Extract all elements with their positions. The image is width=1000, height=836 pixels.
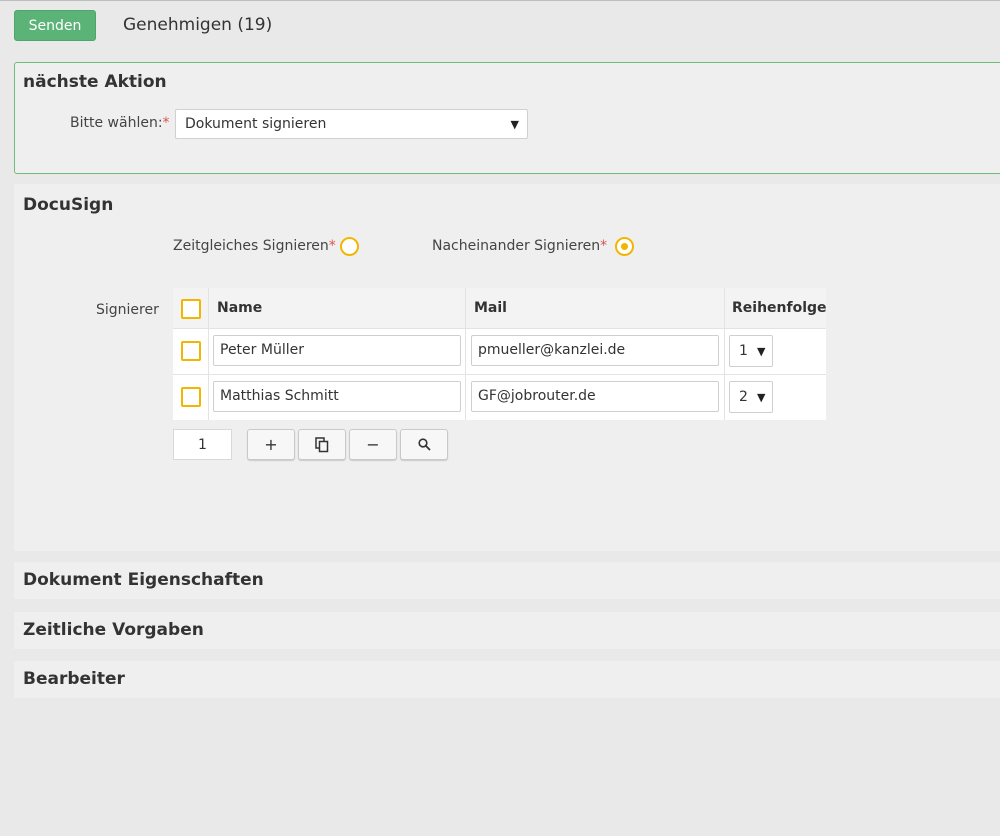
col-divider <box>465 288 466 420</box>
signers-table: Name Mail Reihenfolge Peter Müller pmuel… <box>173 288 827 420</box>
radio-simultaneous-label: Zeitgleiches Signieren* <box>173 238 336 254</box>
row-checkbox[interactable] <box>181 387 201 407</box>
minus-icon: − <box>366 435 380 454</box>
add-row-button[interactable]: + <box>247 429 295 460</box>
plus-icon: + <box>264 435 278 454</box>
select-all-checkbox[interactable] <box>181 299 201 319</box>
header-order: Reihenfolge <box>732 300 827 316</box>
section-document-properties[interactable]: Dokument Eigenschaften <box>14 562 1000 599</box>
search-icon <box>417 438 431 451</box>
row-checkbox[interactable] <box>181 341 201 361</box>
page-number-input[interactable]: 1 <box>173 429 232 460</box>
caret-down-icon: ▼ <box>757 391 766 404</box>
radio-sequential[interactable] <box>615 237 634 256</box>
docusign-title: DocuSign <box>23 195 114 215</box>
next-action-select-value: Dokument signieren <box>185 116 327 132</box>
section-time-constraints[interactable]: Zeitliche Vorgaben <box>14 612 1000 649</box>
header-mail: Mail <box>474 300 507 316</box>
signer-name-input[interactable]: Matthias Schmitt <box>213 381 461 412</box>
col-divider <box>724 288 725 420</box>
col-divider <box>208 288 209 420</box>
caret-down-icon: ▼ <box>510 118 519 131</box>
signer-order-select[interactable]: 2 ▼ <box>729 381 773 413</box>
remove-row-button[interactable]: − <box>349 429 397 460</box>
radio-simultaneous[interactable] <box>340 237 359 256</box>
radio-sequential-label: Nacheinander Signieren* <box>432 238 608 254</box>
search-button[interactable] <box>400 429 448 460</box>
choose-label: Bitte wählen:* <box>70 115 170 131</box>
next-action-select[interactable]: Dokument signieren ▼ <box>175 109 528 139</box>
required-mark: * <box>162 115 170 131</box>
section-editor[interactable]: Bearbeiter <box>14 661 1000 698</box>
signers-label: Signierer <box>96 302 159 318</box>
caret-down-icon: ▼ <box>757 345 766 358</box>
page-title: Genehmigen (19) <box>123 15 273 35</box>
copy-row-button[interactable] <box>298 429 346 460</box>
row-divider <box>173 374 826 375</box>
signer-name-input[interactable]: Peter Müller <box>213 335 461 366</box>
signer-mail-input[interactable]: GF@jobrouter.de <box>471 381 719 412</box>
signer-order-select[interactable]: 1 ▼ <box>729 335 773 367</box>
header-name: Name <box>217 300 263 316</box>
row-divider <box>173 328 826 329</box>
send-button[interactable]: Senden <box>14 10 96 41</box>
copy-icon <box>315 436 329 452</box>
next-action-title: nächste Aktion <box>23 72 167 92</box>
signer-mail-input[interactable]: pmueller@kanzlei.de <box>471 335 719 366</box>
